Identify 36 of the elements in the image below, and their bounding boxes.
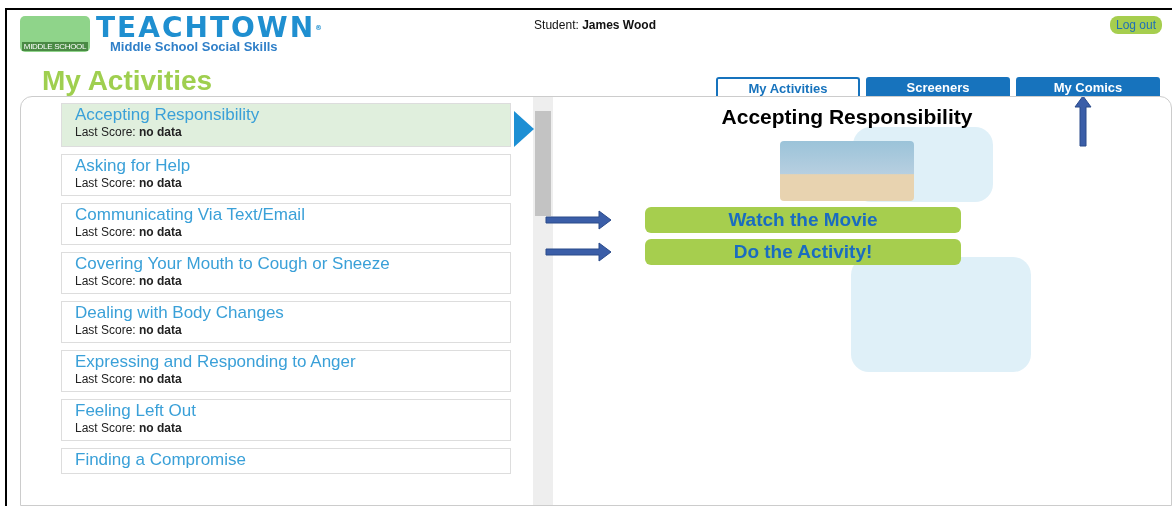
activity-item[interactable]: Asking for Help Last Score: no data — [61, 154, 511, 196]
activity-item[interactable]: Expressing and Responding to Anger Last Score: no data — [61, 350, 511, 392]
last-score: Last Score: no data — [75, 372, 182, 386]
last-score: Last Score: no data — [75, 176, 182, 190]
arrow-icon — [545, 241, 613, 263]
student-name: Student: James Wood — [534, 18, 656, 32]
activity-title: Expressing and Responding to Anger — [75, 354, 357, 370]
arrow-icon — [545, 209, 613, 231]
activity-item[interactable]: Accepting Responsibility Last Score: no data — [61, 103, 511, 147]
activity-title: Feeling Left Out — [75, 403, 197, 419]
brand-subtitle: Middle School Social Skills — [110, 40, 279, 54]
activity-title: Communicating Via Text/Email — [75, 207, 306, 223]
tab[interactable]: Screeners — [866, 77, 1010, 97]
activity-item[interactable]: Feeling Left Out Last Score: no data — [61, 399, 511, 441]
activity-item[interactable]: Dealing with Body Changes Last Score: no data — [61, 301, 511, 343]
last-score: Last Score: no data — [75, 421, 182, 435]
logo-caption: MIDDLE SCHOOL — [21, 42, 89, 51]
last-score: Last Score: no data — [75, 274, 182, 288]
arrow-icon — [1073, 97, 1093, 147]
activity-title: Accepting Responsibility — [75, 107, 261, 123]
last-score: Last Score: no data — [75, 125, 182, 139]
activity-title: Covering Your Mouth to Cough or Sneeze — [75, 256, 391, 272]
tab[interactable]: My Activities — [716, 77, 860, 97]
activity-title: Asking for Help — [75, 158, 192, 174]
scrollbar[interactable] — [533, 97, 553, 505]
brand-name: TEACHTOWN$^{®}$ — [96, 16, 325, 40]
page-title: My Activities — [42, 66, 213, 96]
activity-title: Dealing with Body Changes — [75, 305, 285, 321]
tab[interactable]: My Comics — [1016, 77, 1160, 97]
last-score: Last Score: no data — [75, 225, 182, 239]
last-score: Last Score: no data — [75, 323, 182, 337]
activity-title: Finding a Compromise — [75, 452, 247, 468]
pointer-icon — [514, 111, 534, 147]
activity-heading: Accepting Responsibility — [721, 105, 973, 129]
activity-item[interactable]: Communicating Via Text/Email Last Score: no data — [61, 203, 511, 245]
activity-item[interactable]: Covering Your Mouth to Cough or Sneeze Last Score: no data — [61, 252, 511, 294]
